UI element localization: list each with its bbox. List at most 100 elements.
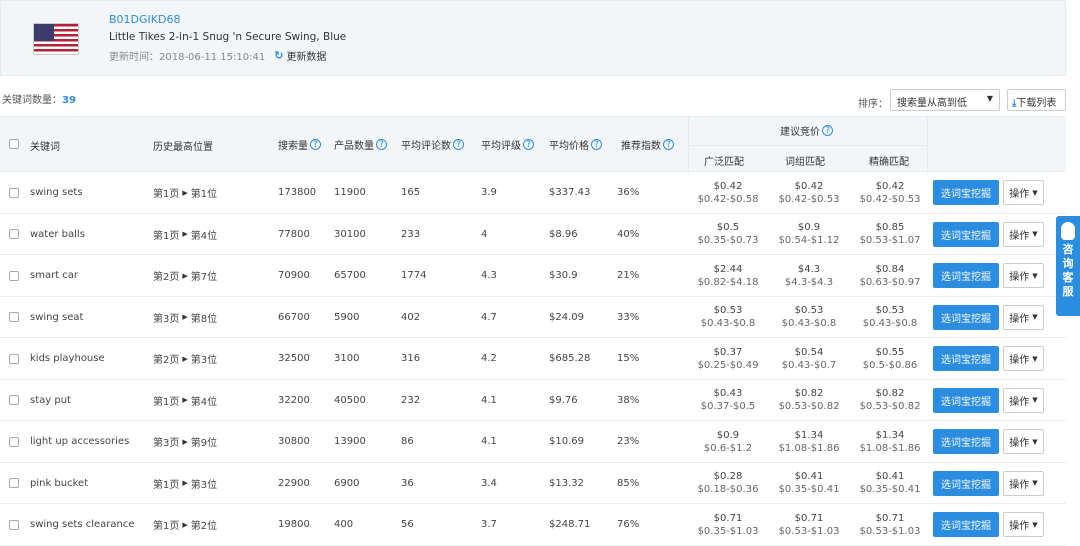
row-checkbox-cell — [9, 504, 19, 545]
refresh-icon[interactable]: ↻ — [274, 49, 283, 62]
row-checkbox[interactable] — [9, 270, 19, 281]
cell-broad-bid: $0.42 $0.42-$0.58 — [688, 172, 768, 213]
col-avg-reviews[interactable]: 平均评论数? — [401, 137, 464, 152]
operation-dropdown[interactable]: 操作 ▼ — [1003, 512, 1044, 537]
update-row: 更新时间：2018-06-11 15:10:41 ↻ 更新数据 — [109, 48, 326, 63]
row-checkbox[interactable] — [9, 229, 19, 239]
chevron-down-icon: ▼ — [1032, 230, 1038, 238]
select-all-checkbox[interactable] — [9, 139, 19, 149]
operation-label: 操作 — [1009, 521, 1030, 532]
operation-dropdown[interactable]: 操作 ▼ — [1003, 263, 1044, 288]
dig-button[interactable]: 选词宝挖掘 — [933, 263, 999, 288]
dig-button[interactable]: 选词宝挖掘 — [933, 470, 999, 496]
cell-avg-rating: 4.7 — [481, 311, 497, 323]
product-header: B01DGIKD68 Little Tikes 2-in-1 Snug 'n S… — [0, 0, 1066, 76]
help-icon[interactable]: ? — [663, 139, 674, 150]
cell-avg-price: $30.9 — [549, 270, 578, 281]
row-checkbox[interactable] — [9, 519, 19, 530]
position-page: 第1页 — [153, 189, 180, 200]
bid-value: $0.82 — [875, 388, 905, 399]
cell-avg-reviews: 233 — [401, 228, 421, 240]
cell-phrase-bid: $4.3 $4.3-$4.3 — [769, 255, 849, 296]
cell-product-count: 6900 — [334, 477, 360, 489]
col-recommend[interactable]: 推荐指数? — [621, 137, 674, 152]
operation-dropdown[interactable]: 操作 ▼ — [1003, 221, 1044, 247]
cell-best-position: 第2页 ▶ 第3位 — [153, 338, 217, 379]
row-checkbox[interactable] — [9, 395, 19, 405]
row-checkbox-cell — [9, 297, 19, 338]
cell-avg-reviews: 402 — [401, 311, 421, 323]
dig-button[interactable]: 选词宝挖掘 — [933, 180, 999, 205]
dig-button[interactable]: 选词宝挖掘 — [933, 512, 999, 537]
cell-phrase-bid: $0.41 $0.35-$0.41 — [769, 463, 849, 504]
sort-selected-value: 搜索量从高到低 — [897, 98, 967, 109]
cell-keyword: swing sets clearance — [30, 519, 135, 530]
bid-value: $0.71 — [713, 512, 743, 524]
row-checkbox[interactable] — [9, 353, 19, 364]
operation-label: 操作 — [1009, 272, 1030, 283]
row-checkbox[interactable] — [9, 478, 19, 488]
cell-avg-price: $8.96 — [549, 228, 578, 240]
cell-avg-price: $685.28 — [549, 353, 591, 364]
col-keyword: 关键词 — [30, 142, 60, 153]
col-product-count[interactable]: 产品数量? — [334, 137, 387, 152]
help-icon[interactable]: ? — [591, 139, 602, 150]
sort-select[interactable]: 搜索量从高到低 ▼ — [890, 89, 1000, 111]
download-list-button[interactable]: ⤓下载列表 — [1007, 89, 1066, 111]
customer-service-tab[interactable]: 咨询客服 — [1056, 216, 1080, 316]
product-asin[interactable]: B01DGIKD68 — [109, 13, 180, 26]
position-page: 第2页 — [153, 272, 180, 283]
row-checkbox[interactable] — [9, 312, 19, 322]
operation-dropdown[interactable]: 操作 ▼ — [1003, 304, 1044, 330]
cell-avg-rating: 4.2 — [481, 353, 497, 364]
refresh-data-link[interactable]: 更新数据 — [286, 48, 326, 63]
cell-keyword: water balls — [30, 228, 85, 240]
bid-value: $0.42 — [794, 180, 824, 192]
row-checkbox[interactable] — [9, 187, 19, 198]
help-icon[interactable]: ? — [523, 139, 534, 150]
cell-avg-price: $248.71 — [549, 519, 591, 530]
position-rank: 第9位 — [190, 438, 218, 449]
cell-exact-bid: $0.55 $0.5-$0.86 — [850, 338, 930, 379]
table-row: light up accessories 第3页 ▶ 第9位 30800 13900 86 4… — [0, 421, 1066, 463]
service-char: 服 — [1062, 285, 1074, 298]
cell-phrase-bid: $0.53 $0.43-$0.8 — [769, 297, 849, 338]
col-avg-price[interactable]: 平均价格? — [549, 137, 602, 152]
cell-search-volume: 66700 — [278, 311, 310, 323]
bid-range: $1.08-$1.86 — [859, 442, 921, 454]
dig-button[interactable]: 选词宝挖掘 — [933, 346, 999, 371]
cell-search-volume: 32200 — [278, 394, 310, 406]
bid-value: $0.43 — [713, 388, 743, 399]
dig-button[interactable]: 选词宝挖掘 — [933, 221, 999, 247]
cell-keyword: kids playhouse — [30, 353, 105, 364]
bid-range: $0.53-$0.82 — [859, 401, 921, 412]
operation-dropdown[interactable]: 操作 ▼ — [1003, 387, 1044, 413]
cell-product-count: 13900 — [334, 436, 366, 447]
operation-dropdown[interactable]: 操作 ▼ — [1003, 180, 1044, 205]
dig-button[interactable]: 选词宝挖掘 — [933, 304, 999, 330]
cell-avg-rating: 4.1 — [481, 436, 497, 447]
bid-range: $0.42-$0.58 — [697, 193, 759, 205]
cell-avg-reviews: 232 — [401, 394, 421, 406]
col-search-volume[interactable]: 搜索量? — [278, 137, 321, 152]
help-icon[interactable]: ? — [822, 125, 833, 136]
help-icon[interactable]: ? — [310, 139, 321, 150]
col-avg-rating[interactable]: 平均评级? — [481, 137, 534, 152]
position-rank: 第3位 — [190, 479, 218, 491]
operation-dropdown[interactable]: 操作 ▼ — [1003, 346, 1044, 371]
help-icon[interactable]: ? — [453, 139, 464, 150]
dig-button[interactable]: 选词宝挖掘 — [933, 387, 999, 413]
help-icon[interactable]: ? — [376, 139, 387, 150]
bid-value: $0.53 — [713, 305, 743, 316]
operation-dropdown[interactable]: 操作 ▼ — [1003, 470, 1044, 496]
dig-button[interactable]: 选词宝挖掘 — [933, 429, 999, 454]
row-checkbox[interactable] — [9, 436, 19, 447]
cell-exact-bid: $0.82 $0.53-$0.82 — [850, 380, 930, 421]
arrow-right-icon: ▶ — [182, 479, 188, 487]
service-char: 询 — [1062, 257, 1074, 270]
cell-avg-reviews: 36 — [401, 477, 414, 489]
operation-dropdown[interactable]: 操作 ▼ — [1003, 429, 1044, 454]
chevron-down-icon: ▼ — [986, 94, 993, 103]
col-best-position: 历史最高位置 — [153, 142, 213, 153]
cell-phrase-bid: $1.34 $1.08-$1.86 — [769, 421, 849, 462]
